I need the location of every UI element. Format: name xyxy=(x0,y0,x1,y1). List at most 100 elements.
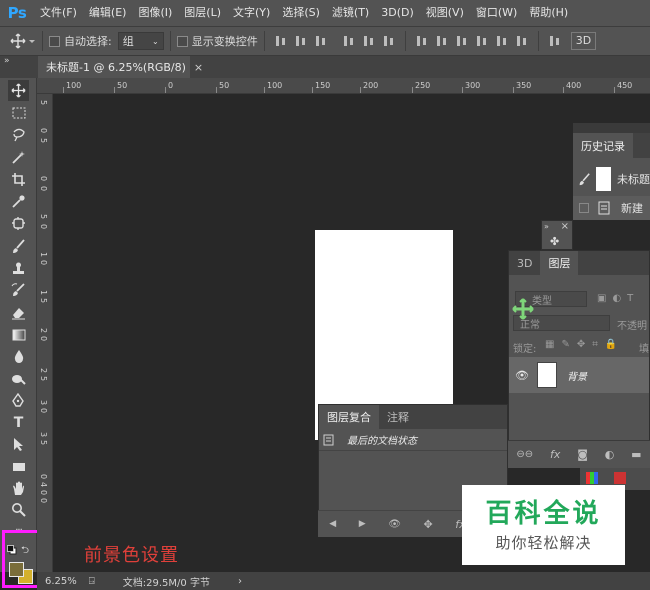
3d-mode-button[interactable]: 3D xyxy=(570,32,597,50)
menu-view[interactable]: 视图(V) xyxy=(420,0,470,26)
history-panel-header[interactable] xyxy=(573,123,650,133)
foreground-color-swatch[interactable] xyxy=(9,562,24,577)
lock-icons[interactable]: ▦✎✥⌗🔒 xyxy=(545,339,624,350)
update-visibility-icon[interactable]: 👁 xyxy=(388,519,401,530)
menu-layer[interactable]: 图层(L) xyxy=(178,0,227,26)
layer-row-background[interactable]: 👁 背景 xyxy=(509,357,649,393)
brush-preset-icon[interactable]: ✤ xyxy=(550,235,559,248)
swatches-icon[interactable] xyxy=(614,472,626,484)
align-top-icon[interactable] xyxy=(274,34,288,48)
distribute-vcenter-icon[interactable] xyxy=(435,34,449,48)
share-icon[interactable]: ⍈ xyxy=(89,576,95,587)
gradient-icon[interactable] xyxy=(8,324,29,345)
history-tab-bar: 历史记录 xyxy=(573,133,650,158)
swap-colors-icon[interactable]: ⮌ xyxy=(21,543,29,560)
pen-icon[interactable] xyxy=(8,390,29,411)
ruler-label: 250 xyxy=(415,81,431,90)
auto-select-checkbox[interactable] xyxy=(49,35,60,47)
tab-layers[interactable]: 图层 xyxy=(540,251,579,275)
mask-icon[interactable]: ◙ xyxy=(577,448,588,461)
close-icon[interactable]: × xyxy=(561,221,569,232)
options-bar: 自动选择: 组 ⌄ 显示变换控件 3D xyxy=(0,26,650,56)
blur-icon[interactable] xyxy=(8,346,29,367)
tools-panel: T ··· xyxy=(0,78,37,572)
history-snapshot-row[interactable]: 未标题 xyxy=(573,158,650,200)
collapse-icon[interactable]: » xyxy=(544,222,549,231)
ruler-label: 3 xyxy=(39,432,48,438)
adjustment-icon[interactable]: ◐ xyxy=(605,448,615,461)
document-tab[interactable]: 未标题-1 @ 6.25%(RGB/8) × xyxy=(38,56,203,78)
eyedropper-icon[interactable] xyxy=(8,191,29,212)
toolbar-collapse-icon[interactable]: » xyxy=(4,56,10,66)
menu-edit[interactable]: 编辑(E) xyxy=(83,0,133,26)
lasso-icon[interactable] xyxy=(8,124,29,145)
folder-icon[interactable]: ▬ xyxy=(631,448,641,461)
chevron-down-icon: ⌄ xyxy=(152,36,159,46)
distribute-bottom-icon[interactable] xyxy=(455,34,469,48)
distribute-hcenter-icon[interactable] xyxy=(495,34,509,48)
ruler-label: 50 xyxy=(219,81,230,90)
close-icon[interactable]: × xyxy=(194,61,203,74)
auto-align-icon[interactable] xyxy=(548,34,562,48)
status-menu-arrow[interactable]: › xyxy=(238,576,242,587)
menu-image[interactable]: 图像(I) xyxy=(132,0,178,26)
move-icon[interactable] xyxy=(8,80,29,101)
align-bottom-icon[interactable] xyxy=(314,34,328,48)
menu-type[interactable]: 文字(Y) xyxy=(227,0,276,26)
snapshot-thumbnail xyxy=(596,166,611,191)
tab-history[interactable]: 历史记录 xyxy=(573,133,633,158)
eye-icon[interactable]: 👁 xyxy=(515,369,529,382)
move-tool-preset-icon[interactable] xyxy=(10,33,36,49)
dodge-icon[interactable] xyxy=(8,368,29,389)
link-icon[interactable]: ⊖⊖ xyxy=(516,449,533,460)
menu-select[interactable]: 选择(S) xyxy=(276,0,326,26)
update-position-icon[interactable]: ✥ xyxy=(424,518,433,531)
type-icon[interactable]: T xyxy=(8,412,29,433)
history-brush-icon[interactable] xyxy=(8,280,29,301)
distribute-right-icon[interactable] xyxy=(515,34,529,48)
menu-window[interactable]: 窗口(W) xyxy=(470,0,523,26)
menu-file[interactable]: 文件(F) xyxy=(34,0,83,26)
healing-brush-icon[interactable] xyxy=(8,213,29,234)
tab-layer-comps[interactable]: 图层复合 xyxy=(319,405,379,429)
rectangle-icon[interactable] xyxy=(8,456,29,477)
menu-3d[interactable]: 3D(D) xyxy=(375,0,420,26)
brush-icon[interactable] xyxy=(8,236,29,257)
hand-icon[interactable] xyxy=(8,478,29,499)
photoshop-logo[interactable]: Ps xyxy=(0,0,34,26)
history-brush-icon xyxy=(579,172,590,185)
crop-icon[interactable] xyxy=(8,169,29,190)
distribute-top-icon[interactable] xyxy=(415,34,429,48)
zoom-level[interactable]: 6.25% xyxy=(45,576,77,587)
previous-icon[interactable]: ◀ xyxy=(329,519,336,529)
layer-filter-icons[interactable]: ▣◐T xyxy=(597,293,639,304)
color-icon[interactable] xyxy=(586,472,598,484)
separator xyxy=(404,31,406,51)
magic-wand-icon[interactable] xyxy=(8,147,29,168)
clone-stamp-icon[interactable] xyxy=(8,258,29,279)
comps-row[interactable]: 最后的文档状态 xyxy=(319,429,507,451)
ruler-label: 0 xyxy=(39,224,48,230)
fx-icon[interactable]: fx xyxy=(550,448,560,461)
next-icon[interactable]: ▶ xyxy=(359,519,366,529)
align-vcenter-icon[interactable] xyxy=(294,34,308,48)
menu-help[interactable]: 帮助(H) xyxy=(523,0,574,26)
history-step-row[interactable]: 新建 xyxy=(573,196,650,220)
zoom-icon[interactable] xyxy=(8,499,29,520)
history-step-checkbox[interactable] xyxy=(579,203,589,213)
align-hcenter-icon[interactable] xyxy=(362,34,376,48)
tab-3d[interactable]: 3D xyxy=(509,251,540,275)
ruler-label: 5 xyxy=(39,138,48,144)
default-colors-icon[interactable] xyxy=(7,545,17,555)
distribute-left-icon[interactable] xyxy=(475,34,489,48)
menu-filter[interactable]: 滤镜(T) xyxy=(326,0,375,26)
align-left-icon[interactable] xyxy=(342,34,356,48)
auto-select-dropdown[interactable]: 组 ⌄ xyxy=(117,32,164,50)
path-selection-icon[interactable] xyxy=(8,434,29,455)
eraser-icon[interactable] xyxy=(8,302,29,323)
align-right-icon[interactable] xyxy=(382,34,396,48)
tab-notes[interactable]: 注释 xyxy=(379,405,417,429)
marquee-icon[interactable] xyxy=(8,102,29,123)
show-transform-checkbox[interactable] xyxy=(176,35,188,47)
ruler-label: 0 xyxy=(39,474,48,480)
